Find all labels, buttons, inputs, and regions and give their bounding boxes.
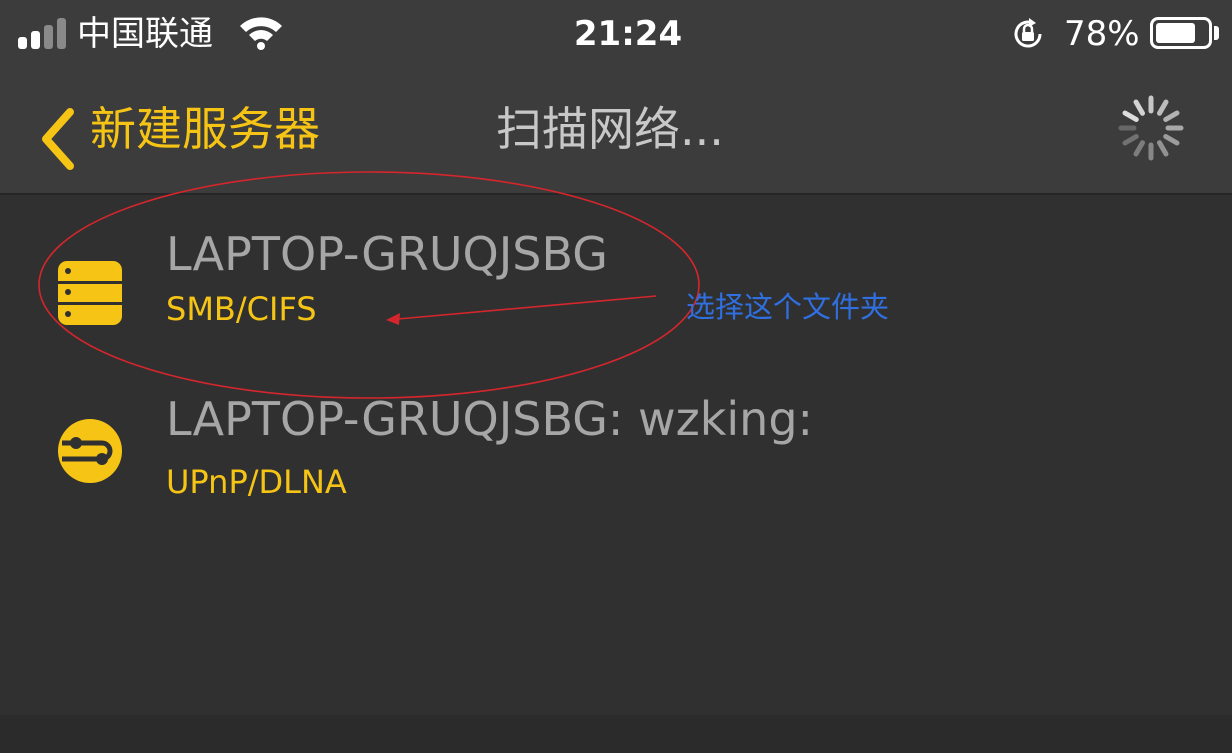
- upnp-network-icon: [58, 419, 122, 483]
- spinner-spoke: [1157, 99, 1169, 116]
- list-item-smb-server[interactable]: LAPTOP-GRUQJSBG SMB/CIFS: [0, 217, 1232, 367]
- cellular-signal-icon: [18, 17, 68, 49]
- battery-percentage: 78%: [1064, 14, 1140, 54]
- header: 中国联通 21:24 78% 新建服务器 扫描网络...: [0, 0, 1232, 193]
- spinner-spoke: [1122, 110, 1139, 122]
- server-protocol: UPnP/DLNA: [166, 463, 347, 501]
- server-name: LAPTOP-GRUQJSBG: wzking:: [166, 392, 814, 446]
- battery-cap: [1214, 26, 1219, 40]
- spinner-spoke: [1122, 134, 1139, 146]
- server-rack-icon: [58, 261, 122, 325]
- spinner-spoke: [1163, 110, 1180, 122]
- navigation-bar: 新建服务器 扫描网络...: [0, 80, 1232, 190]
- screen: 中国联通 21:24 78% 新建服务器 扫描网络... LAPTOP-GRUQ…: [0, 0, 1232, 753]
- status-bar: 中国联通 21:24 78%: [0, 0, 1232, 70]
- page-title: 扫描网络...: [496, 102, 724, 156]
- annotation-label: 选择这个文件夹: [686, 290, 890, 324]
- server-name: LAPTOP-GRUQJSBG: [166, 227, 608, 281]
- bottom-strip: [0, 715, 1232, 753]
- carrier-name: 中国联通: [77, 14, 213, 54]
- list-item-upnp-server[interactable]: LAPTOP-GRUQJSBG: wzking: UPnP/DLNA: [0, 390, 1232, 540]
- loading-spinner-icon: [1118, 95, 1184, 161]
- status-time: 21:24: [573, 14, 683, 54]
- spinner-spoke: [1163, 134, 1180, 146]
- back-button[interactable]: 新建服务器: [32, 90, 362, 170]
- battery-icon: [1150, 17, 1212, 49]
- spinner-spoke: [1133, 99, 1145, 116]
- server-list: LAPTOP-GRUQJSBG SMB/CIFS LAPTOP-GRUQJSBG…: [0, 195, 1232, 715]
- spinner-spoke: [1157, 140, 1169, 157]
- wifi-icon: [240, 17, 282, 50]
- chevron-left-icon: [42, 108, 74, 170]
- server-protocol: SMB/CIFS: [166, 290, 317, 328]
- back-button-label: 新建服务器: [90, 102, 320, 156]
- orientation-lock-icon: [1014, 18, 1042, 48]
- spinner-spoke: [1133, 140, 1145, 157]
